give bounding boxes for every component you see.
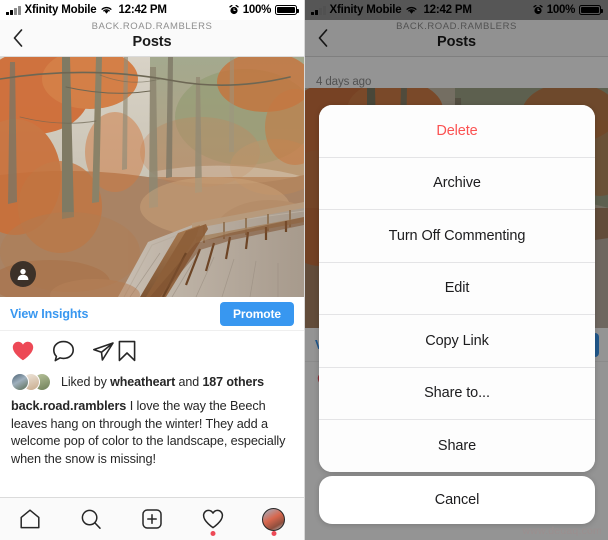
like-button[interactable] — [11, 339, 35, 363]
post-action-row — [0, 331, 304, 371]
bookmark-icon — [118, 340, 136, 362]
post-timestamp: 4 days ago — [316, 76, 372, 88]
carrier-label: Xfinity Mobile — [24, 4, 97, 16]
liked-by-middle: and — [175, 375, 203, 389]
clock-label: 12:42 PM — [118, 4, 167, 16]
site-watermark: www.deuaq.com — [522, 525, 602, 537]
signal-bars-icon — [6, 5, 21, 15]
caption-tail — [305, 57, 608, 70]
sheet-item-share-to[interactable]: Share to... — [319, 367, 595, 420]
nav-title-stack: BACK.ROAD.RAMBLERS Posts — [305, 21, 608, 51]
liked-by-row[interactable]: Liked by wheatheart and 187 others — [0, 371, 304, 393]
cancel-button[interactable]: Cancel — [319, 476, 595, 524]
sheet-item-edit[interactable]: Edit — [319, 262, 595, 315]
wifi-icon — [406, 6, 417, 14]
nav-subtitle: BACK.ROAD.RAMBLERS — [396, 21, 517, 32]
clock-label: 12:42 PM — [423, 4, 472, 16]
navigation-bar: BACK.ROAD.RAMBLERS Posts — [305, 20, 608, 57]
share-button[interactable] — [76, 339, 116, 364]
status-bar: Xfinity Mobile 12:42 PM 100% — [0, 0, 304, 20]
heart-filled-icon — [12, 341, 34, 361]
screenshot-root: Xfinity Mobile 12:42 PM 100% BACK.ROAD.R… — [0, 0, 608, 540]
promote-button[interactable]: Promote — [220, 301, 294, 326]
liker-avatars — [11, 373, 55, 391]
avatar — [11, 373, 29, 391]
alarm-clock-icon — [533, 5, 543, 15]
autumn-forest-boardwalk-photo — [0, 57, 304, 297]
sheet-item-copy-link[interactable]: Copy Link — [319, 315, 595, 368]
battery-full-icon — [275, 5, 299, 15]
sheet-item-archive[interactable]: Archive — [319, 157, 595, 210]
insights-row: View Insights Promote — [0, 297, 304, 331]
comment-button[interactable] — [35, 339, 76, 364]
status-bar-right: 100% — [533, 4, 603, 16]
view-insights-link[interactable]: View Insights — [10, 307, 88, 321]
search-icon — [81, 509, 101, 529]
caption-username[interactable]: back.road.ramblers — [11, 399, 126, 413]
profile-avatar-icon — [262, 507, 286, 531]
comment-bubble-icon — [53, 340, 74, 361]
tab-profile[interactable] — [251, 499, 297, 539]
status-bar-right: 100% — [229, 4, 299, 16]
liked-by-count[interactable]: 187 others — [202, 375, 264, 389]
status-bar-left: Xfinity Mobile 12:42 PM — [6, 4, 167, 16]
save-button[interactable] — [116, 339, 138, 363]
home-icon — [20, 509, 40, 529]
signal-bars-icon — [311, 5, 326, 15]
right-phone-panel: Xfinity Mobile 12:42 PM 100% BACK.ROAD.R… — [304, 0, 608, 540]
person-glyph — [17, 268, 29, 280]
activity-notification-dot — [210, 531, 216, 536]
alarm-clock-icon — [229, 5, 239, 15]
carrier-label: Xfinity Mobile — [329, 4, 402, 16]
nav-title-stack: BACK.ROAD.RAMBLERS Posts — [0, 21, 304, 51]
battery-percent-label: 100% — [546, 4, 576, 16]
post-caption: back.road.ramblers I love the way the Be… — [0, 393, 304, 468]
liked-by-prefix: Liked by — [61, 375, 111, 389]
profile-notification-dot — [271, 531, 277, 536]
sheet-item-delete[interactable]: Delete — [319, 105, 595, 158]
tab-search[interactable] — [68, 499, 114, 539]
wifi-icon — [101, 6, 112, 14]
page-title: Posts — [437, 34, 476, 50]
post-photo[interactable] — [0, 57, 304, 297]
liked-by-username[interactable]: wheatheart — [110, 375, 175, 389]
tab-home[interactable] — [7, 499, 53, 539]
heart-outline-icon — [202, 509, 223, 529]
navigation-bar: BACK.ROAD.RAMBLERS Posts — [0, 20, 304, 57]
left-phone-panel: Xfinity Mobile 12:42 PM 100% BACK.ROAD.R… — [0, 0, 304, 540]
page-title: Posts — [132, 34, 172, 50]
tab-add-post[interactable] — [129, 499, 175, 539]
sheet-item-turn-off-commenting[interactable]: Turn Off Commenting — [319, 210, 595, 263]
tab-activity[interactable] — [190, 499, 236, 539]
battery-percent-label: 100% — [242, 4, 272, 16]
post-options-action-sheet: Delete Archive Turn Off Commenting Edit … — [319, 105, 595, 472]
battery-full-icon — [579, 5, 603, 15]
sheet-item-share[interactable]: Share — [319, 420, 595, 472]
liked-by-text: Liked by wheatheart and 187 others — [61, 375, 264, 389]
status-bar: Xfinity Mobile 12:42 PM 100% — [305, 0, 608, 20]
bottom-tab-bar — [0, 497, 304, 540]
paper-plane-icon — [93, 341, 114, 361]
nav-subtitle: BACK.ROAD.RAMBLERS — [91, 21, 213, 32]
person-tag-icon[interactable] — [10, 261, 36, 287]
plus-square-icon — [142, 509, 162, 529]
status-bar-left: Xfinity Mobile 12:42 PM — [311, 4, 472, 16]
